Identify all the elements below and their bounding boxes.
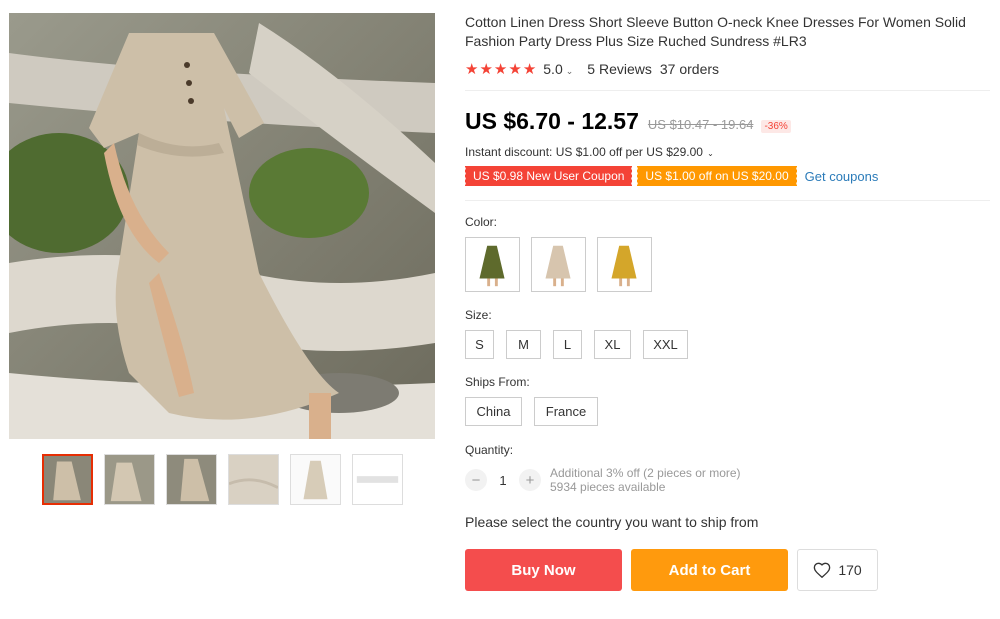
stock-available-text: 5934 pieces available <box>550 480 666 494</box>
thumbnail-6[interactable] <box>352 454 403 505</box>
color-label: Color: <box>465 215 498 229</box>
color-option-beige[interactable] <box>531 237 586 292</box>
color-swatches <box>465 237 995 292</box>
new-user-coupon[interactable]: US $0.98 New User Coupon <box>463 166 633 186</box>
rating-value-dropdown[interactable]: 5.0 ⌄ <box>543 61 573 77</box>
product-title: Cotton Linen Dress Short Sleeve Button O… <box>465 14 966 49</box>
action-buttons: Buy Now Add to Cart 170 <box>465 549 995 591</box>
thumbnail-4[interactable] <box>228 454 279 505</box>
current-price: US $6.70 - 12.57 <box>465 108 639 134</box>
quantity-input[interactable]: 1 <box>487 473 519 488</box>
ships-from-china[interactable]: China <box>465 397 522 426</box>
star-icon: ★ <box>493 60 508 78</box>
quantity-label: Quantity: <box>465 443 514 457</box>
instant-discount[interactable]: Instant discount: US $1.00 off per US $2… <box>465 145 995 160</box>
quantity-decrease-button[interactable]: − <box>465 469 487 491</box>
main-product-image[interactable] <box>9 13 435 439</box>
size-option-xxl[interactable]: XXL <box>643 330 688 359</box>
store-coupon[interactable]: US $1.00 off on US $20.00 <box>636 166 797 186</box>
bulk-discount-text: Additional 3% off (2 pieces or more) <box>550 466 741 480</box>
color-option-mustard[interactable] <box>597 237 652 292</box>
discount-badge: -36% <box>761 120 791 133</box>
ships-from-france[interactable]: France <box>534 397 598 426</box>
rating-stars: ★ ★ ★ ★ ★ <box>465 62 536 77</box>
reviews-link[interactable]: 5 Reviews <box>587 61 652 77</box>
star-icon: ★ <box>522 60 537 78</box>
ships-from-label: Ships From: <box>465 375 530 389</box>
size-options: S M L XL XXL <box>465 330 995 359</box>
color-option-olive[interactable] <box>465 237 520 292</box>
add-to-cart-button[interactable]: Add to Cart <box>631 549 788 591</box>
thumbnail-3[interactable] <box>166 454 217 505</box>
product-info: Cotton Linen Dress Short Sleeve Button O… <box>463 13 995 591</box>
thumbnail-1[interactable] <box>42 454 93 505</box>
size-option-l[interactable]: L <box>553 330 582 359</box>
size-option-xl[interactable]: XL <box>594 330 631 359</box>
ship-country-note: Please select the country you want to sh… <box>465 514 759 530</box>
size-label: Size: <box>465 308 492 322</box>
star-icon: ★ <box>508 60 522 78</box>
rating-value: 5.0 <box>543 61 563 77</box>
wishlist-count: 170 <box>838 562 862 578</box>
divider <box>465 200 990 201</box>
chevron-down-icon: ⌄ <box>704 149 714 158</box>
orders-count: 37 orders <box>659 61 720 77</box>
thumbnail-2[interactable] <box>104 454 155 505</box>
quantity-note: Additional 3% off (2 pieces or more) 593… <box>550 466 741 494</box>
chevron-down-icon: ⌄ <box>565 66 574 76</box>
heart-icon <box>814 562 831 578</box>
size-option-m[interactable]: M <box>506 330 541 359</box>
quantity-increase-button[interactable]: + <box>519 469 541 491</box>
buy-now-button[interactable]: Buy Now <box>465 549 622 591</box>
quantity-stepper: − 1 + Additional 3% off (2 pieces or mor… <box>465 466 995 494</box>
star-icon: ★ <box>479 60 493 78</box>
rating-row: ★ ★ ★ ★ ★ 5.0 ⌄ 5 Reviews 37 orders <box>465 60 995 78</box>
coupon-row: US $0.98 New User Coupon US $1.00 off on… <box>463 166 995 186</box>
price-row: US $6.70 - 12.57 US $10.47 - 19.64 -36% <box>465 108 995 136</box>
star-icon: ★ <box>465 60 479 78</box>
get-coupons-link[interactable]: Get coupons <box>805 169 879 184</box>
original-price: US $10.47 - 19.64 <box>647 117 754 132</box>
thumbnail-strip <box>42 454 403 505</box>
size-option-s[interactable]: S <box>465 330 494 359</box>
instant-discount-text: Instant discount: US $1.00 off per US $2… <box>465 145 703 159</box>
divider <box>465 90 990 91</box>
ships-from-options: China France <box>465 397 995 426</box>
thumbnail-5[interactable] <box>290 454 341 505</box>
wishlist-button[interactable]: 170 <box>797 549 878 591</box>
